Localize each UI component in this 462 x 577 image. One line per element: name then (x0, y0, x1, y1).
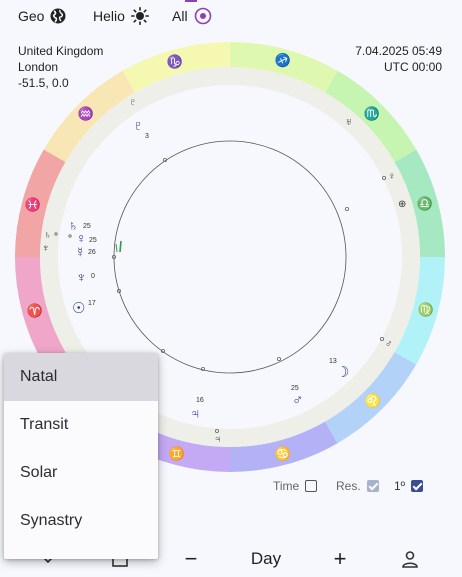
marker-mars: ♂ (385, 339, 393, 350)
time-checkbox[interactable] (305, 480, 318, 492)
one-degree-option[interactable]: 1º (394, 479, 424, 493)
time-label: Time (273, 479, 300, 493)
planet-moon-degree: 13 (329, 358, 337, 365)
sign-capricorn: ♑ (167, 54, 183, 69)
all-toggle[interactable]: All (172, 4, 212, 28)
minus-button[interactable]: − (173, 541, 209, 577)
marker-neptune: ♆ (42, 243, 50, 254)
planet-pluto-degree: 3 (145, 133, 149, 140)
all-label: All (172, 8, 188, 24)
person-button[interactable] (392, 541, 428, 577)
marker-saturn: ♄ (44, 230, 52, 241)
aspect-mark (119, 240, 122, 253)
marker-jupiter: ♃ (214, 434, 222, 445)
sign-scorpio: ♏ (364, 106, 380, 121)
sign-virgo: ♍ (418, 302, 434, 317)
marker-pluto: ♇ (129, 97, 137, 108)
marker-venus: ♀ (388, 171, 396, 182)
target-icon (194, 7, 211, 25)
location-city: London (18, 60, 59, 74)
marker-uranus: ♅ (345, 117, 353, 128)
one-degree-label: 1º (394, 479, 406, 493)
step-unit-button[interactable]: Day (236, 541, 296, 577)
plus-button[interactable]: + (322, 541, 358, 577)
planet-neptune-degree: 0 (91, 273, 95, 280)
planet-moon: ☽ (336, 364, 349, 381)
res-checkbox[interactable] (366, 480, 379, 492)
planet-mars: ♂ (292, 392, 303, 409)
helio-label: Helio (93, 8, 125, 24)
date-time: 7.04.2025 05:49 (355, 44, 442, 58)
chart-type-menu: Natal Transit Solar Synastry (4, 353, 158, 559)
planet-saturn-degree: 25 (83, 223, 91, 230)
menu-item-synastry[interactable]: Synastry (4, 497, 158, 545)
planet-venus-degree: 25 (89, 237, 97, 244)
planet-neptune: ♆ (76, 269, 87, 285)
sign-cancer: ♋ (275, 446, 291, 461)
planet-jupiter-degree: 16 (196, 397, 204, 404)
location-info: United Kingdom London -51.5, 0.0 (18, 43, 103, 91)
person-icon (402, 551, 418, 568)
helio-toggle[interactable]: Helio (93, 4, 149, 28)
sign-aries: ♈ (27, 303, 43, 318)
time-option[interactable]: Time (273, 479, 318, 493)
marker-earth: ⊕ (398, 199, 406, 210)
timezone: UTC 00:00 (383, 60, 442, 74)
sign-libra: ♎ (417, 196, 433, 211)
res-option[interactable]: Res. (336, 479, 379, 493)
menu-item-solar[interactable]: Solar (4, 449, 158, 497)
res-label: Res. (336, 479, 361, 493)
planet-mercury: ☿ (75, 244, 86, 260)
location-country: United Kingdom (18, 44, 104, 58)
geo-label: Geo (18, 8, 45, 24)
top-bar: Geo Helio All (0, 0, 462, 32)
location-coords: -51.5, 0.0 (18, 76, 69, 90)
sign-pisces: ♓ (25, 197, 41, 212)
one-degree-checkbox[interactable] (411, 480, 424, 492)
all-indicator (185, 0, 197, 2)
planet-mars-degree: 25 (291, 385, 299, 392)
planet-jupiter: ♃ (190, 405, 201, 421)
menu-item-natal[interactable]: Natal (4, 353, 158, 401)
planet-sun-degree: 17 (88, 300, 96, 307)
datetime-info[interactable]: 7.04.2025 05:49 UTC 00:00 (355, 43, 442, 75)
planet-sun: ☉ (72, 300, 85, 317)
sign-aquarius: ♒ (78, 106, 94, 121)
geo-toggle[interactable]: Geo (18, 4, 66, 28)
planet-mercury-degree: 26 (88, 249, 96, 256)
planet-pluto: ♇ (133, 117, 144, 133)
sign-gemini: ♊ (169, 446, 185, 461)
sun-icon (130, 7, 149, 25)
sign-leo: ♌ (365, 393, 381, 408)
menu-item-transit[interactable]: Transit (4, 401, 158, 449)
globe-icon (50, 8, 66, 24)
